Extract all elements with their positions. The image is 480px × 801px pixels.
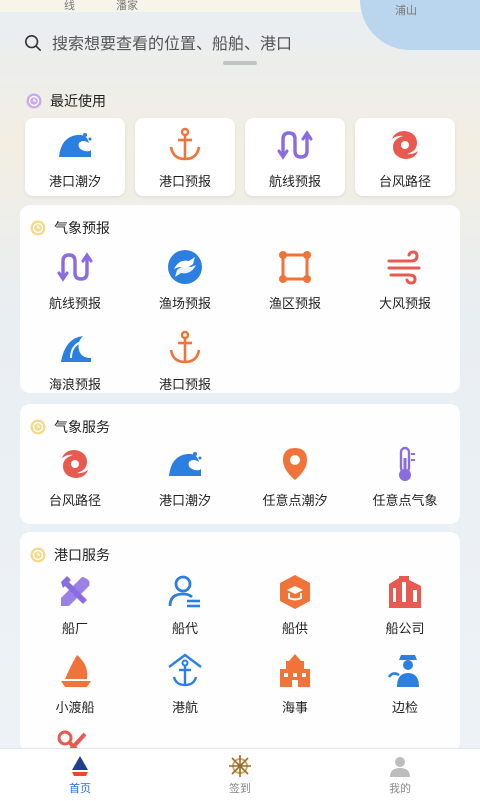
route-icon [277, 129, 313, 160]
port-shipyard[interactable]: 船厂 [20, 572, 130, 637]
forecast-route[interactable]: 航线预报 [20, 247, 130, 312]
tab-label: 我的 [389, 782, 411, 795]
map-label: 潘家 [116, 0, 138, 12]
weather-forecast-section: 气象预报 航线预报 渔场预报 渔区预报 大风预报 海浪预报 港口预报 [20, 205, 460, 393]
recent-route-forecast[interactable]: 航线预报 [245, 118, 345, 196]
tab-bar: 首页 签到 我的 [0, 748, 480, 801]
section-title: 气象预报 [54, 221, 110, 237]
section-title: 港口服务 [54, 548, 110, 564]
port-ship-agent[interactable]: 船代 [130, 572, 240, 637]
thermometer-icon [399, 446, 415, 481]
tab-checkin[interactable]: 签到 [160, 749, 320, 801]
item-label: 边检 [391, 701, 418, 716]
company-building-icon [389, 576, 421, 608]
item-label: 船供 [281, 622, 308, 637]
item-label: 船代 [171, 622, 198, 637]
forecast-port[interactable]: 港口预报 [130, 328, 240, 393]
recent-port-forecast[interactable]: 港口预报 [135, 118, 235, 196]
service-typhoon[interactable]: 台风路径 [20, 444, 130, 509]
wind-icon [387, 250, 421, 285]
item-label: 航线预报 [268, 174, 321, 190]
tab-home[interactable]: 首页 [0, 749, 160, 801]
recent-port-tide[interactable]: 港口潮汐 [25, 118, 125, 196]
location-pin-icon [283, 448, 307, 480]
port-small-ferry[interactable]: 小渡船 [20, 651, 130, 716]
port-maritime[interactable]: 海事 [240, 651, 350, 716]
tab-label: 签到 [229, 782, 251, 795]
search-input[interactable] [52, 33, 432, 53]
section-header: 港口服务 [20, 532, 460, 566]
section-header: 气象预报 [20, 205, 460, 239]
agent-icon [168, 575, 200, 608]
port-service-section: 港口服务 船厂 船代 船供 船公司 小渡船 港航 海事 边检 [20, 532, 460, 762]
section-header: 最近使用 [26, 90, 460, 112]
section-title: 最近使用 [50, 94, 106, 110]
port-ship-company[interactable]: 船公司 [350, 572, 460, 637]
item-label: 任意点气象 [372, 494, 438, 509]
anchor-icon [169, 127, 201, 160]
border-officer-icon [387, 655, 419, 687]
maritime-building-icon [280, 654, 310, 687]
wave-icon [169, 452, 202, 476]
grid-area-icon [279, 251, 311, 283]
supply-box-icon [280, 575, 310, 609]
search-icon [24, 34, 42, 52]
typhoon-icon [392, 130, 418, 159]
fish-icon [168, 250, 202, 284]
item-label: 渔场预报 [158, 297, 211, 312]
item-label: 港口预报 [158, 174, 211, 190]
item-label: 海事 [281, 701, 308, 716]
tab-mine[interactable]: 我的 [320, 749, 480, 801]
item-label: 小渡船 [55, 701, 95, 716]
item-label: 渔区预报 [268, 297, 321, 312]
service-point-tide[interactable]: 任意点潮汐 [240, 444, 350, 509]
item-label: 台风路径 [48, 494, 101, 509]
forecast-gale[interactable]: 大风预报 [350, 247, 460, 312]
clock-icon [30, 220, 46, 236]
wave-icon [61, 336, 91, 362]
forecast-fishing-area[interactable]: 渔区预报 [240, 247, 350, 312]
port-navigation[interactable]: 港航 [130, 651, 240, 716]
port-border-check[interactable]: 边检 [350, 651, 460, 716]
drag-handle[interactable] [223, 61, 257, 65]
forecast-fishing-ground[interactable]: 渔场预报 [130, 247, 240, 312]
port-anchor-icon [168, 653, 202, 687]
tab-label: 首页 [69, 782, 91, 795]
clock-icon [30, 547, 46, 563]
item-label: 港航 [171, 701, 198, 716]
port-ship-supply[interactable]: 船供 [240, 572, 350, 637]
route-icon [57, 252, 93, 282]
item-label: 港口潮汐 [158, 494, 211, 509]
search-bar[interactable] [24, 28, 464, 58]
sailboat-icon [61, 655, 91, 687]
recent-typhoon-path[interactable]: 台风路径 [355, 118, 455, 196]
typhoon-icon [62, 450, 88, 478]
wave-icon [59, 132, 92, 157]
tools-icon [61, 576, 90, 606]
helm-wheel-icon [229, 755, 251, 777]
item-label: 船厂 [61, 622, 88, 637]
service-point-weather[interactable]: 任意点气象 [350, 444, 460, 509]
weather-service-section: 气象服务 台风路径 港口潮汐 任意点潮汐 任意点气象 [20, 404, 460, 524]
recent-section: 最近使用 港口潮汐 港口预报 航线预报 台风路径 [20, 90, 460, 196]
map-label: 线 [64, 0, 75, 12]
item-label: 航线预报 [48, 297, 101, 312]
item-label: 大风预报 [378, 297, 431, 312]
section-header: 气象服务 [20, 404, 460, 438]
item-label: 船公司 [385, 622, 425, 637]
home-sail-icon [72, 756, 88, 776]
clock-icon [26, 93, 42, 109]
section-title: 气象服务 [54, 420, 110, 436]
service-port-tide[interactable]: 港口潮汐 [130, 444, 240, 509]
item-label: 台风路径 [378, 174, 431, 190]
clock-icon [30, 419, 46, 435]
anchor-icon [169, 330, 201, 364]
user-icon [390, 757, 410, 777]
item-label: 海浪预报 [48, 378, 101, 393]
forecast-wave[interactable]: 海浪预报 [20, 328, 130, 393]
item-label: 港口潮汐 [48, 174, 101, 190]
item-label: 任意点潮汐 [262, 494, 328, 509]
map-label: 浦山 [395, 4, 417, 17]
item-label: 港口预报 [158, 378, 211, 393]
